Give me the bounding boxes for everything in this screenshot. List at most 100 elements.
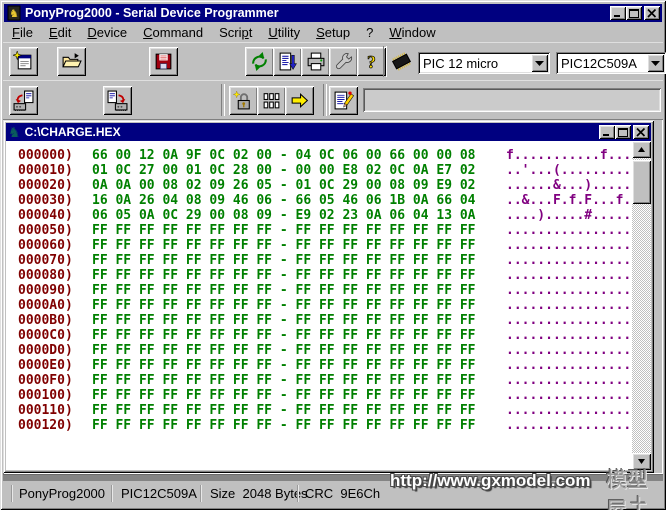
- menu-item-utility[interactable]: Utility: [260, 23, 308, 42]
- hex-address: 000060): [18, 238, 82, 253]
- hex-row[interactable]: 0000B0)FF FF FF FF FF FF FF FF - FF FF F…: [18, 313, 632, 328]
- hex-ascii: ................: [506, 298, 631, 313]
- hex-address: 000010): [18, 163, 82, 178]
- hex-row[interactable]: 0000A0)FF FF FF FF FF FF FF FF - FF FF F…: [18, 298, 632, 313]
- hex-row[interactable]: 000000)66 00 12 0A 9F 0C 02 00 - 04 0C 0…: [18, 148, 632, 163]
- menu-item-window[interactable]: Window: [381, 23, 443, 42]
- edit-notes-button[interactable]: [329, 86, 358, 115]
- hex-row[interactable]: 000060)FF FF FF FF FF FF FF FF - FF FF F…: [18, 238, 632, 253]
- arrow-up-icon: [638, 147, 645, 152]
- hex-address: 0000D0): [18, 343, 82, 358]
- hex-ascii: ................: [506, 358, 631, 373]
- document-close-button[interactable]: [633, 125, 649, 139]
- hex-row[interactable]: 000030)16 0A 26 04 08 09 46 06 - 66 05 4…: [18, 193, 632, 208]
- reload-button[interactable]: [245, 47, 274, 76]
- hex-ascii: ................: [506, 268, 631, 283]
- notes-field[interactable]: [363, 88, 661, 112]
- hex-address: 000080): [18, 268, 82, 283]
- hex-row[interactable]: 000010) 01 0C 27 00 01 0C 28 00 - 00 00 E…: [18, 163, 632, 178]
- hex-dump[interactable]: 000000)66 00 12 0A 9F 0C 02 00 - 04 0C 0…: [6, 141, 632, 470]
- write-device-button[interactable]: [103, 86, 132, 115]
- scroll-up-button[interactable]: [632, 141, 651, 158]
- hex-bytes: FF FF FF FF FF FF FF FF - FF FF FF FF FF…: [92, 418, 490, 433]
- hex-ascii: ................: [506, 313, 631, 328]
- hex-ascii: ................: [506, 343, 631, 358]
- hex-ascii: ................: [506, 283, 631, 298]
- read-device-button[interactable]: [9, 86, 38, 115]
- status-app: PonyProg2000: [19, 486, 105, 501]
- hex-editor-window: ♞ C:\CHARGE.HEX 000000)66 00 12 0A 9F 0C…: [3, 120, 654, 473]
- help-button[interactable]: ?: [357, 47, 386, 76]
- status-size: Size 2048 Bytes: [210, 486, 308, 501]
- hex-row[interactable]: 000090)FF FF FF FF FF FF FF FF - FF FF F…: [18, 283, 632, 298]
- hex-row[interactable]: 000040)06 05 0A 0C 29 00 08 09 - E9 02 2…: [18, 208, 632, 223]
- hex-bytes: FF FF FF FF FF FF FF FF - FF FF FF FF FF…: [92, 313, 490, 328]
- hex-row[interactable]: 0000D0)FF FF FF FF FF FF FF FF - FF FF F…: [18, 343, 632, 358]
- menu-item-script[interactable]: Script: [211, 23, 260, 42]
- hex-row[interactable]: 000120) FF FF FF FF FF FF FF FF - FF FF F…: [18, 418, 632, 433]
- hex-row[interactable]: 000100)FF FF FF FF FF FF FF FF - FF FF F…: [18, 388, 632, 403]
- save-file-icon: [153, 51, 174, 72]
- minimize-icon: [613, 9, 623, 18]
- maximize-button[interactable]: [626, 6, 642, 20]
- document-maximize-button[interactable]: [615, 125, 631, 139]
- hex-address: 000030): [18, 193, 82, 208]
- device-type-value: PIC12C509A: [561, 56, 637, 71]
- device-type-select[interactable]: PIC12C509A: [556, 52, 666, 74]
- command-toolbar: [3, 80, 663, 120]
- setup-wrench-icon: [333, 51, 354, 72]
- hex-address: 000110): [18, 403, 82, 418]
- help-icon: ?: [361, 51, 382, 72]
- menu-item-file[interactable]: File: [4, 23, 41, 42]
- hex-address: 000050): [18, 223, 82, 238]
- save-file-button[interactable]: [149, 47, 178, 76]
- open-file-button[interactable]: [57, 47, 86, 76]
- config-word-button[interactable]: [257, 86, 286, 115]
- hex-bytes: 01 0C 27 00 01 0C 28 00 - 00 00 E8 02 0C…: [92, 163, 490, 178]
- run-script-button[interactable]: [285, 86, 314, 115]
- hex-row[interactable]: 0000C0)FF FF FF FF FF FF FF FF - FF FF F…: [18, 328, 632, 343]
- hex-row[interactable]: 000080) FF FF FF FF FF FF FF FF - FF FF F…: [18, 268, 632, 283]
- hex-row[interactable]: 000050)FF FF FF FF FF FF FF FF - FF FF F…: [18, 223, 632, 238]
- menu-item-device[interactable]: Device: [79, 23, 135, 42]
- hex-row[interactable]: 000110)FF FF FF FF FF FF FF FF - FF FF F…: [18, 403, 632, 418]
- document-minimize-button[interactable]: [599, 125, 615, 139]
- hex-address: 000070): [18, 253, 82, 268]
- print-button[interactable]: [301, 47, 330, 76]
- new-window-button[interactable]: [9, 47, 38, 76]
- hex-bytes: 66 00 12 0A 9F 0C 02 00 - 04 0C 06 00 66…: [92, 148, 490, 163]
- hex-row[interactable]: 000020)0A 0A 00 08 02 09 26 05 - 01 0C 2…: [18, 178, 632, 193]
- write-device-icon: [107, 90, 128, 111]
- hex-bytes: FF FF FF FF FF FF FF FF - FF FF FF FF FF…: [92, 268, 490, 283]
- open-file-icon: [61, 51, 82, 72]
- menu-item-help[interactable]: ?: [358, 23, 381, 42]
- setup-button[interactable]: [329, 47, 358, 76]
- security-bits-button[interactable]: [229, 86, 258, 115]
- svg-text:♞: ♞: [9, 8, 19, 20]
- watermark-cn2: 土: [629, 491, 648, 510]
- hex-ascii: ................: [506, 388, 631, 403]
- hex-bytes: FF FF FF FF FF FF FF FF - FF FF FF FF FF…: [92, 298, 490, 313]
- menu-item-edit[interactable]: Edit: [41, 23, 79, 42]
- hex-bytes: FF FF FF FF FF FF FF FF - FF FF FF FF FF…: [92, 328, 490, 343]
- app-window: ♞ PonyProg2000 - Serial Device Programme…: [0, 0, 666, 510]
- device-family-select[interactable]: PIC 12 micro: [418, 52, 550, 74]
- chevron-down-icon[interactable]: [647, 54, 664, 72]
- close-button[interactable]: [644, 6, 660, 20]
- hex-row[interactable]: 000070)FF FF FF FF FF FF FF FF - FF FF F…: [18, 253, 632, 268]
- chevron-down-icon[interactable]: [531, 54, 548, 72]
- hex-row[interactable]: 0000E0)FF FF FF FF FF FF FF FF - FF FF F…: [18, 358, 632, 373]
- device-family-value: PIC 12 micro: [423, 56, 498, 71]
- menu-item-setup[interactable]: Setup: [308, 23, 358, 42]
- title-bar: ♞ PonyProg2000 - Serial Device Programme…: [4, 4, 662, 22]
- watermark-url: http://www.gxmodel.com: [390, 471, 591, 491]
- hex-row[interactable]: 0000F0)FF FF FF FF FF FF FF FF - FF FF F…: [18, 373, 632, 388]
- scroll-thumb[interactable]: [632, 160, 651, 204]
- open-program-file-button[interactable]: [273, 47, 302, 76]
- menu-item-command[interactable]: Command: [135, 23, 211, 42]
- hex-address: 000120): [18, 418, 82, 433]
- hex-ascii: ....).....#.....: [506, 208, 631, 223]
- minimize-button[interactable]: [610, 6, 626, 20]
- hex-address: 0000F0): [18, 373, 82, 388]
- hex-ascii: ................: [506, 223, 631, 238]
